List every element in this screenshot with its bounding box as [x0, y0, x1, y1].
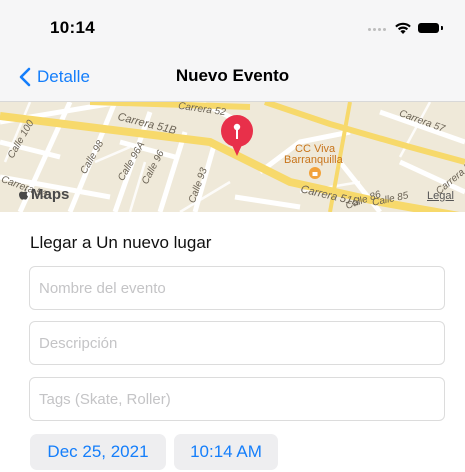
- date-picker-button[interactable]: Dec 25, 2021: [30, 434, 166, 470]
- legal-link[interactable]: Legal: [427, 190, 454, 202]
- tags-field[interactable]: [29, 377, 445, 421]
- map-view[interactable]: Carrera 52 Carrera 51B Calle 100 Calle 9…: [0, 102, 465, 212]
- battery-icon: [418, 23, 439, 33]
- navigation-bar: Detalle Nuevo Evento: [0, 54, 465, 102]
- location-pin-icon[interactable]: [220, 114, 254, 158]
- poi-label: Barranquilla: [284, 154, 343, 166]
- status-time: 10:14: [50, 18, 95, 37]
- event-name-input[interactable]: [30, 267, 444, 309]
- battery-cap: [441, 26, 443, 30]
- time-picker-button[interactable]: 10:14 AM: [174, 434, 278, 470]
- wifi-icon: [395, 22, 411, 34]
- event-name-field[interactable]: [29, 266, 445, 310]
- shopping-bag-icon: [309, 167, 321, 179]
- tags-input[interactable]: [30, 378, 444, 420]
- status-bar: 10:14: [0, 0, 465, 54]
- cellular-signal-icon: [368, 28, 386, 31]
- description-field[interactable]: [29, 321, 445, 365]
- description-input[interactable]: [30, 322, 444, 364]
- maps-logo-text: Maps: [31, 186, 70, 203]
- apple-logo-icon: [19, 188, 28, 200]
- maps-logo: Maps: [18, 186, 69, 203]
- section-title: Llegar a Un nuevo lugar: [30, 233, 212, 252]
- page-title: Nuevo Evento: [175, 66, 290, 85]
